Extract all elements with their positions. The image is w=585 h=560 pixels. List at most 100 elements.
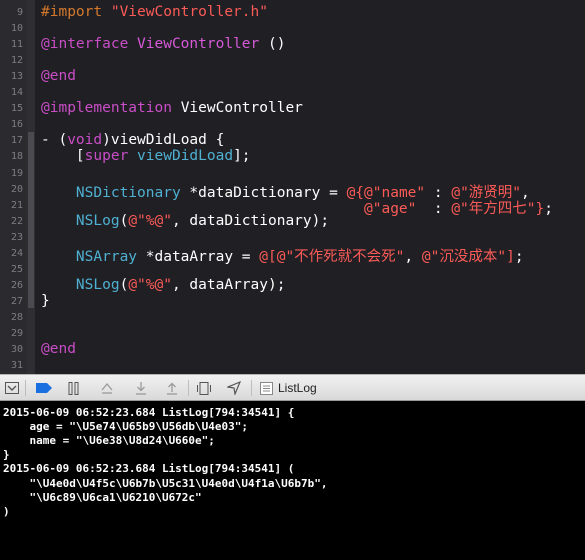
code-token: , dataDictionary); [171, 212, 330, 229]
code-token: @implementation [41, 100, 181, 117]
code-line[interactable]: NSLog(@"%@", dataArray); [41, 276, 286, 293]
code-token: ; [514, 248, 524, 265]
line-number: 22 [10, 215, 23, 227]
console-line: "\U4e0d\U4f5c\U6b7b\U5c31\U4e0d\U4f1a\U6… [3, 476, 328, 490]
breakpoints-toggle-icon[interactable] [35, 379, 53, 397]
console-line: 2015-06-09 06:52:23.684 ListLog[794:3454… [3, 406, 295, 419]
line-number: 26 [10, 279, 23, 291]
code-token: ViewController [180, 100, 303, 117]
console-line: age = "\U5e74\U65b9\U56db\U4e03"; [3, 420, 249, 434]
code-line[interactable]: } [41, 293, 50, 309]
line-number: 9 [16, 7, 23, 18]
code-line[interactable]: #import "ViewController.h" [41, 4, 268, 20]
simulate-location-icon[interactable] [226, 379, 242, 397]
code-token: , [404, 248, 422, 265]
console-line: ) [3, 504, 10, 518]
code-line[interactable]: @implementation ViewController [41, 100, 303, 116]
line-number: 16 [10, 119, 23, 131]
code-editor[interactable]: 9 #import "ViewController.h" 10 11 @interfac… [0, 0, 585, 374]
line-number: 20 [10, 183, 23, 195]
code-token: NSLog [75, 276, 120, 293]
line-number: 11 [10, 39, 23, 51]
code-token: @end [41, 341, 76, 358]
code-token: @"%@" [128, 276, 172, 293]
line-number: 15 [10, 103, 23, 115]
target-process-label[interactable]: ListLog [278, 381, 317, 395]
code-token: } [41, 292, 50, 309]
code-token: , dataArray); [171, 276, 286, 293]
code-token: viewDidLoad [137, 148, 234, 165]
line-number: 10 [10, 23, 23, 35]
code-line[interactable]: NSLog(@"%@", dataDictionary); [41, 213, 329, 229]
code-token: @"不作死就不会死" [276, 248, 405, 265]
line-number: 30 [10, 344, 23, 356]
code-token: ( [119, 212, 129, 229]
line-number: 13 [10, 71, 23, 83]
code-line[interactable]: NSArray *dataArray = @[@"不作死就不会死", @"沉没成… [41, 245, 524, 266]
separator [188, 380, 189, 396]
code-token: "ViewController.h" [110, 4, 268, 20]
line-number: 12 [10, 55, 23, 67]
code-token: super [84, 148, 129, 165]
code-token: @"age" [364, 200, 417, 217]
code-token: #import [41, 4, 111, 20]
line-number: 29 [10, 328, 23, 339]
code-token: ]; [233, 148, 251, 165]
code-line[interactable]: [super viewDidLoad]; [41, 148, 251, 164]
console-line: 2015-06-09 06:52:23.684 ListLog[794:3454… [3, 462, 295, 476]
line-number: 19 [10, 167, 23, 179]
step-out-icon[interactable] [164, 379, 180, 397]
line-number: 27 [10, 295, 23, 307]
code-token: : [416, 200, 452, 217]
line-number: 25 [10, 263, 23, 275]
code-token: @interface [41, 36, 138, 53]
code-line[interactable]: @interface ViewController () [41, 36, 285, 52]
code-token: @[ [259, 248, 277, 265]
code-token: [ [41, 148, 85, 165]
code-token: } [535, 200, 545, 217]
code-token: ViewController [137, 36, 260, 53]
code-token: @"沉没成本" [421, 248, 507, 265]
fold-range-indicator [28, 132, 34, 308]
code-line[interactable]: @end [41, 68, 76, 84]
line-number: 14 [10, 87, 23, 99]
line-number: 28 [10, 311, 23, 323]
step-into-icon[interactable] [133, 379, 149, 397]
separator [25, 380, 26, 396]
console-line: name = "\U6e38\U8d24\U660e"; [3, 434, 215, 448]
code-token: - ( [41, 132, 68, 149]
code-token: @"年方四七" [451, 200, 536, 217]
code-token: @"%@" [128, 212, 172, 229]
line-number: 24 [10, 247, 23, 259]
step-over-icon[interactable] [99, 379, 115, 397]
code-token: NSLog [75, 212, 120, 229]
code-line[interactable]: @end [41, 341, 76, 357]
view-hierarchy-icon[interactable] [196, 379, 212, 397]
line-number: 21 [10, 199, 23, 211]
code-token: )viewDidLoad { [102, 132, 225, 149]
code-token: () [259, 36, 286, 53]
pause-icon[interactable] [66, 379, 82, 397]
line-number: 17 [10, 135, 23, 147]
code-token: *dataArray = [137, 248, 260, 265]
code-token: NSArray [75, 248, 138, 265]
target-icon[interactable] [258, 379, 274, 397]
code-token: ( [119, 276, 129, 293]
console-output[interactable]: 2015-06-09 06:52:23.684 ListLog[794:3454… [0, 401, 585, 560]
line-number: 18 [10, 151, 23, 163]
code-token: @end [41, 68, 76, 85]
line-number: 23 [10, 231, 23, 243]
debug-bar: ListLog [0, 374, 585, 401]
console-line: "\U6c89\U6ca1\U6210\U672c" [3, 490, 202, 504]
line-number: 31 [10, 360, 23, 372]
code-token: ] [506, 248, 515, 265]
console-line: } [3, 448, 10, 462]
separator [251, 380, 252, 396]
code-token: ; [544, 200, 553, 217]
code-line[interactable]: - (void)viewDidLoad { [41, 132, 224, 148]
hide-debug-area-icon[interactable] [4, 379, 20, 397]
